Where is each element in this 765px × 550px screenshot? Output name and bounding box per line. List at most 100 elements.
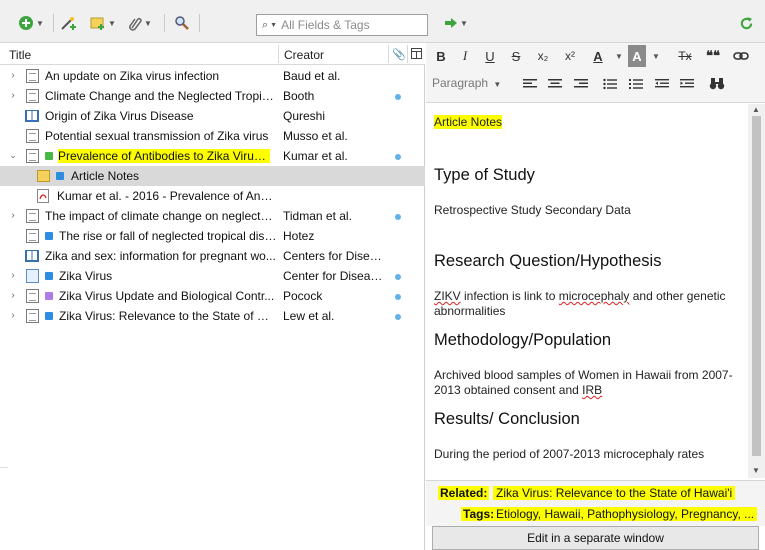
table-row[interactable]: › The impact of climate change on neglec… <box>0 206 425 226</box>
tags-value[interactable]: Etiology, Hawaii, Pathophysiology, Pregn… <box>493 507 758 521</box>
column-picker-icon[interactable] <box>411 48 422 59</box>
editor-scrollbar[interactable]: ▲ ▼ <box>748 104 765 478</box>
table-row[interactable]: Zika and sex: information for pregnant w… <box>0 246 425 266</box>
item-title: An update on Zika virus infection <box>45 69 220 83</box>
tags-label: Tags: <box>461 507 497 521</box>
table-row[interactable]: Article Notes <box>0 166 425 186</box>
search-placeholder: All Fields & Tags <box>281 18 370 32</box>
add-by-identifier-icon <box>61 17 76 30</box>
document-icon <box>26 229 39 243</box>
search-input[interactable]: ⌕ ▼ All Fields & Tags <box>256 14 428 36</box>
outdent-icon <box>655 79 669 88</box>
item-title: Origin of Zika Virus Disease <box>45 109 194 123</box>
bold-button[interactable]: B <box>430 45 452 67</box>
clear-formatting-button[interactable]: Tx <box>672 45 698 67</box>
table-row[interactable]: › Climate Change and the Neglected Tropi… <box>0 86 425 106</box>
locate-button[interactable]: ▼ <box>444 13 468 33</box>
add-attachment-button[interactable]: ▼ <box>128 13 152 33</box>
item-title: Zika Virus Update and Biological Contr..… <box>59 289 275 303</box>
new-note-icon <box>90 17 104 30</box>
italic-button[interactable]: I <box>454 45 476 67</box>
item-title: Zika Virus <box>59 269 113 283</box>
chevron-right-icon[interactable]: › <box>8 210 18 221</box>
chevron-right-icon[interactable]: › <box>8 70 18 81</box>
column-header: Title Creator 📎 <box>0 43 425 65</box>
chevron-down-icon[interactable]: ⌄ <box>8 150 18 161</box>
document-icon <box>26 129 39 143</box>
chevron-right-icon[interactable]: › <box>8 290 18 301</box>
item-creator: Qureshi <box>283 109 326 123</box>
sync-button[interactable] <box>739 13 754 33</box>
sync-icon <box>740 16 753 29</box>
blockquote-button[interactable]: ❝❝ <box>702 45 724 67</box>
table-row[interactable]: Kumar et al. - 2016 - Prevalence of Anti… <box>0 186 425 206</box>
table-row[interactable]: › Zika Virus: Relevance to the State of … <box>0 306 425 326</box>
chevron-down-icon: ▼ <box>652 52 660 61</box>
edit-in-separate-window-button[interactable]: Edit in a separate window <box>432 526 759 550</box>
chevron-down-icon: ▼ <box>270 21 278 29</box>
bullet-list-button[interactable] <box>600 73 620 95</box>
column-creator[interactable]: Creator <box>284 48 324 62</box>
book-icon <box>25 110 39 122</box>
chevron-right-icon[interactable]: › <box>8 270 18 281</box>
tag-color-green <box>45 152 53 160</box>
attachment-column-icon[interactable]: 📎 <box>392 48 406 61</box>
table-row[interactable]: › An update on Zika virus infection Baud… <box>0 66 425 86</box>
items-tree: › An update on Zika virus infection Baud… <box>0 66 425 326</box>
strikethrough-button[interactable]: S <box>505 45 527 67</box>
indent-button[interactable] <box>677 73 697 95</box>
table-row[interactable]: › Zika Virus Center for Disease... <box>0 266 425 286</box>
item-creator: Tidman et al. <box>283 209 352 223</box>
related-value[interactable]: Zika Virus: Relevance to the State of Ha… <box>493 486 736 500</box>
bullet-list-icon <box>603 78 617 90</box>
paragraph-format-select[interactable]: Paragraph ▼ <box>432 76 512 90</box>
add-by-identifier-button[interactable] <box>60 13 78 33</box>
table-row[interactable]: The rise or fall of neglected tropical d… <box>0 226 425 246</box>
new-item-button[interactable]: ▼ <box>18 13 44 33</box>
item-creator: Centers for Diseas... <box>283 249 387 263</box>
underline-button[interactable]: U <box>479 45 501 67</box>
tag-color-blue <box>56 172 64 180</box>
table-row[interactable]: Potential sexual transmission of Zika vi… <box>0 126 425 146</box>
scroll-thumb[interactable] <box>752 116 761 456</box>
align-right-button[interactable] <box>571 73 591 95</box>
document-icon <box>26 309 39 323</box>
new-note-button[interactable]: ▼ <box>90 13 116 33</box>
find-replace-button[interactable] <box>706 73 728 95</box>
align-center-button[interactable] <box>545 73 565 95</box>
text-color-button[interactable]: A <box>587 45 609 67</box>
subscript-button[interactable]: x₂ <box>532 45 554 67</box>
chevron-down-icon: ▼ <box>144 18 152 28</box>
column-title[interactable]: Title <box>9 48 31 62</box>
document-icon <box>26 209 39 223</box>
table-row[interactable]: ⌄ Prevalence of Antibodies to Zika Virus… <box>0 146 425 166</box>
outdent-button[interactable] <box>652 73 672 95</box>
web-page-icon <box>26 269 39 283</box>
highlight-color-button[interactable]: A <box>628 45 646 67</box>
numbered-list-button[interactable] <box>626 73 646 95</box>
chevron-right-icon[interactable]: › <box>8 310 18 321</box>
note-editor[interactable]: Article Notes Type of Study Retrospectiv… <box>426 104 748 478</box>
attachment-dot-icon <box>395 314 401 320</box>
note-icon <box>37 170 50 182</box>
add-attachment-icon <box>129 17 142 31</box>
table-row[interactable]: Origin of Zika Virus Disease Qureshi <box>0 106 425 126</box>
item-title: Zika and sex: information for pregnant w… <box>45 249 276 263</box>
advanced-search-button[interactable] <box>174 13 190 33</box>
superscript-button[interactable]: x² <box>559 45 581 67</box>
splitter-handle[interactable] <box>0 467 8 507</box>
text-research-question: ZIKV infection is link to microcephaly a… <box>434 289 726 318</box>
chevron-right-icon[interactable]: › <box>8 90 18 101</box>
format-toolbar: B I U S x₂ x² A ▼ A ▼ Tx ❝❝ Paragraph ▼ <box>426 43 765 103</box>
align-left-button[interactable] <box>520 73 540 95</box>
chevron-down-icon: ▼ <box>36 18 44 28</box>
align-center-icon <box>548 79 562 88</box>
note-title: Article Notes <box>434 115 503 129</box>
scroll-up-icon[interactable]: ▲ <box>752 105 760 114</box>
numbered-list-icon <box>629 79 643 89</box>
table-row[interactable]: › Zika Virus Update and Biological Contr… <box>0 286 425 306</box>
paragraph-label: Paragraph <box>432 76 489 90</box>
link-button[interactable] <box>728 45 754 67</box>
scroll-down-icon[interactable]: ▼ <box>752 466 760 475</box>
attachment-dot-icon <box>395 214 401 220</box>
